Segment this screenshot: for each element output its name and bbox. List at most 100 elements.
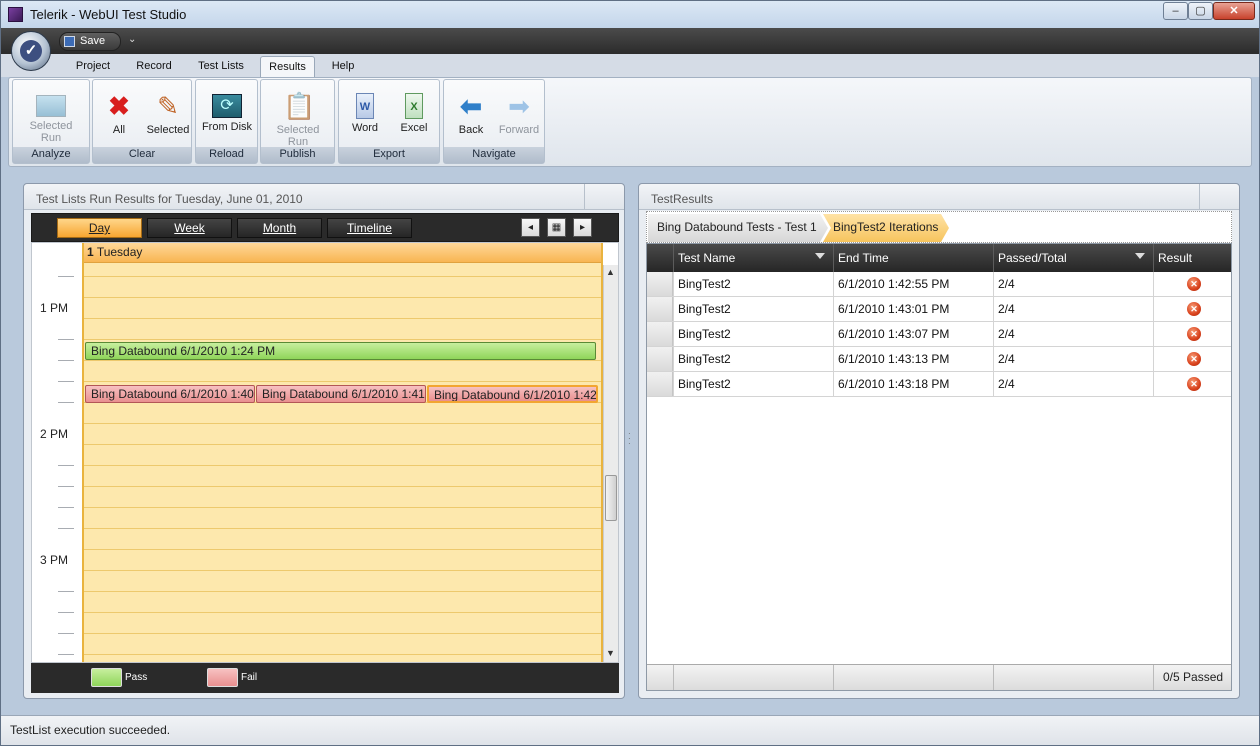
appointment-fail-selected[interactable]: Bing Databound 6/1/2010 1:42 bbox=[427, 385, 598, 403]
table-row[interactable]: BingTest2 6/1/2010 1:43:13 PM 2/4 ✕ bbox=[647, 347, 1231, 372]
table-row[interactable]: BingTest2 6/1/2010 1:43:07 PM 2/4 ✕ bbox=[647, 322, 1231, 347]
column-label: End Time bbox=[838, 251, 889, 265]
clear-selected-button[interactable]: ✎ Selected bbox=[139, 87, 197, 136]
row-selector-header bbox=[647, 244, 673, 272]
fail-x-icon: ✕ bbox=[1187, 327, 1201, 341]
panel-header-button[interactable] bbox=[1199, 184, 1239, 210]
today-calendar-button[interactable]: ▦ bbox=[547, 218, 566, 237]
reload-from-disk-button[interactable]: ⟳ From Disk bbox=[198, 87, 256, 133]
time-tick bbox=[58, 528, 74, 529]
time-tick bbox=[58, 633, 74, 634]
scroll-up-arrow-icon[interactable]: ▲ bbox=[606, 267, 615, 277]
cell-test-name: BingTest2 bbox=[673, 272, 833, 296]
floppy-disk-icon bbox=[64, 36, 75, 47]
group-label: Clear bbox=[93, 147, 191, 163]
slot-line bbox=[84, 318, 601, 319]
column-header-result[interactable]: Result bbox=[1153, 244, 1233, 272]
red-x-icon: ✖ bbox=[108, 91, 130, 121]
clear-selected-label: Selected bbox=[146, 124, 190, 136]
breadcrumb-item-iterations[interactable]: BingTest2 Iterations bbox=[823, 214, 949, 242]
export-excel-button[interactable]: X Excel bbox=[385, 87, 443, 134]
breadcrumb: Bing Databound Tests - Test 1 BingTest2 … bbox=[646, 211, 1232, 243]
clear-selected-icon: ✎ bbox=[157, 91, 179, 121]
publish-selected-run-button[interactable]: 📋 Selected Run bbox=[269, 87, 327, 148]
table-row[interactable]: BingTest2 6/1/2010 1:43:01 PM 2/4 ✕ bbox=[647, 297, 1231, 322]
status-bar: TestList execution succeeded. bbox=[1, 715, 1259, 745]
run-results-calendar-panel: Test Lists Run Results for Tuesday, June… bbox=[23, 183, 625, 699]
cell-end-time: 6/1/2010 1:43:18 PM bbox=[833, 372, 993, 396]
cell-passed-total: 2/4 bbox=[993, 347, 1153, 371]
analyze-selected-run-button[interactable]: Selected Run bbox=[22, 87, 80, 144]
scroll-down-arrow-icon[interactable]: ▼ bbox=[606, 648, 615, 658]
scrollbar-thumb[interactable] bbox=[605, 475, 617, 521]
slot-line bbox=[84, 549, 601, 550]
cell-test-name: BingTest2 bbox=[673, 297, 833, 321]
slot-line bbox=[84, 612, 601, 613]
navigate-forward-button[interactable]: ➡ Forward bbox=[490, 87, 548, 136]
table-row[interactable]: BingTest2 6/1/2010 1:43:18 PM 2/4 ✕ bbox=[647, 372, 1231, 397]
column-header-test-name[interactable]: Test Name bbox=[673, 244, 833, 272]
filter-funnel-icon[interactable] bbox=[1135, 253, 1145, 259]
window-title: Telerik - WebUI Test Studio bbox=[30, 7, 187, 22]
app-window: Telerik - WebUI Test Studio – ▢ ✕ ✓ Save… bbox=[0, 0, 1260, 746]
tab-help[interactable]: Help bbox=[325, 56, 361, 77]
time-tick bbox=[58, 465, 74, 466]
day-column[interactable]: 1 Tuesday Bing Databound 6/1/2010 1:24 P… bbox=[82, 243, 603, 662]
row-selector[interactable] bbox=[647, 347, 673, 371]
legend-bar: Pass Fail bbox=[31, 663, 619, 693]
prev-day-button[interactable]: ◂ bbox=[521, 218, 540, 237]
quick-access-toolbar bbox=[1, 28, 1259, 54]
group-label: Analyze bbox=[13, 147, 89, 163]
slot-line bbox=[84, 465, 601, 466]
app-icon bbox=[8, 7, 23, 22]
footer-cell bbox=[673, 665, 833, 690]
calendar-scrollbar[interactable]: ▲ ▼ bbox=[603, 265, 618, 662]
column-label: Passed/Total bbox=[998, 251, 1067, 265]
column-header-end-time[interactable]: End Time bbox=[833, 244, 993, 272]
customize-qat-dropdown[interactable]: ⌄ bbox=[128, 34, 136, 45]
row-selector[interactable] bbox=[647, 322, 673, 346]
panel-header-button[interactable] bbox=[584, 184, 624, 210]
minimize-button[interactable]: – bbox=[1163, 2, 1188, 20]
maximize-button[interactable]: ▢ bbox=[1188, 2, 1213, 20]
appointment-pass[interactable]: Bing Databound 6/1/2010 1:24 PM bbox=[85, 342, 596, 360]
view-day-button[interactable]: Day bbox=[57, 218, 142, 238]
close-button[interactable]: ✕ bbox=[1213, 2, 1255, 20]
breadcrumb-item-test-list[interactable]: Bing Databound Tests - Test 1 bbox=[648, 214, 828, 242]
status-text: TestList execution succeeded. bbox=[10, 723, 171, 737]
time-tick bbox=[58, 276, 74, 277]
row-selector[interactable] bbox=[647, 372, 673, 396]
view-week-button[interactable]: Week bbox=[147, 218, 232, 238]
appointment-fail[interactable]: Bing Databound 6/1/2010 1:41 bbox=[256, 385, 426, 403]
group-label: Navigate bbox=[444, 147, 544, 163]
tab-test-lists[interactable]: Test Lists bbox=[191, 56, 251, 77]
row-selector[interactable] bbox=[647, 272, 673, 296]
word-doc-icon: W bbox=[356, 93, 374, 119]
appointment-fail[interactable]: Bing Databound 6/1/2010 1:40 bbox=[85, 385, 255, 403]
application-menu-button[interactable]: ✓ bbox=[11, 31, 51, 71]
passed-summary: 0/5 Passed bbox=[1153, 665, 1233, 690]
slot-line bbox=[84, 381, 601, 382]
cell-result: ✕ bbox=[1153, 272, 1233, 296]
time-label-3pm: 3 PM bbox=[40, 553, 69, 567]
view-timeline-button[interactable]: Timeline bbox=[327, 218, 412, 238]
tab-results[interactable]: Results bbox=[260, 56, 315, 77]
time-tick bbox=[58, 339, 74, 340]
group-label: Publish bbox=[261, 147, 334, 163]
view-month-button[interactable]: Month bbox=[237, 218, 322, 238]
filter-funnel-icon[interactable] bbox=[815, 253, 825, 259]
save-button[interactable]: Save bbox=[59, 32, 121, 51]
forward-arrow-icon: ➡ bbox=[508, 91, 530, 121]
time-tick bbox=[58, 591, 74, 592]
row-selector[interactable] bbox=[647, 297, 673, 321]
next-day-button[interactable]: ▸ bbox=[573, 218, 592, 237]
tab-record[interactable]: Record bbox=[131, 56, 177, 77]
panel-splitter[interactable]: · · · bbox=[628, 430, 633, 451]
export-word-label: Word bbox=[351, 122, 379, 134]
slot-line bbox=[84, 528, 601, 529]
column-header-passed-total[interactable]: Passed/Total bbox=[993, 244, 1153, 272]
table-row[interactable]: BingTest2 6/1/2010 1:42:55 PM 2/4 ✕ bbox=[647, 272, 1231, 297]
slot-line bbox=[84, 633, 601, 634]
tab-project[interactable]: Project bbox=[68, 56, 118, 77]
slot-line bbox=[84, 570, 601, 571]
